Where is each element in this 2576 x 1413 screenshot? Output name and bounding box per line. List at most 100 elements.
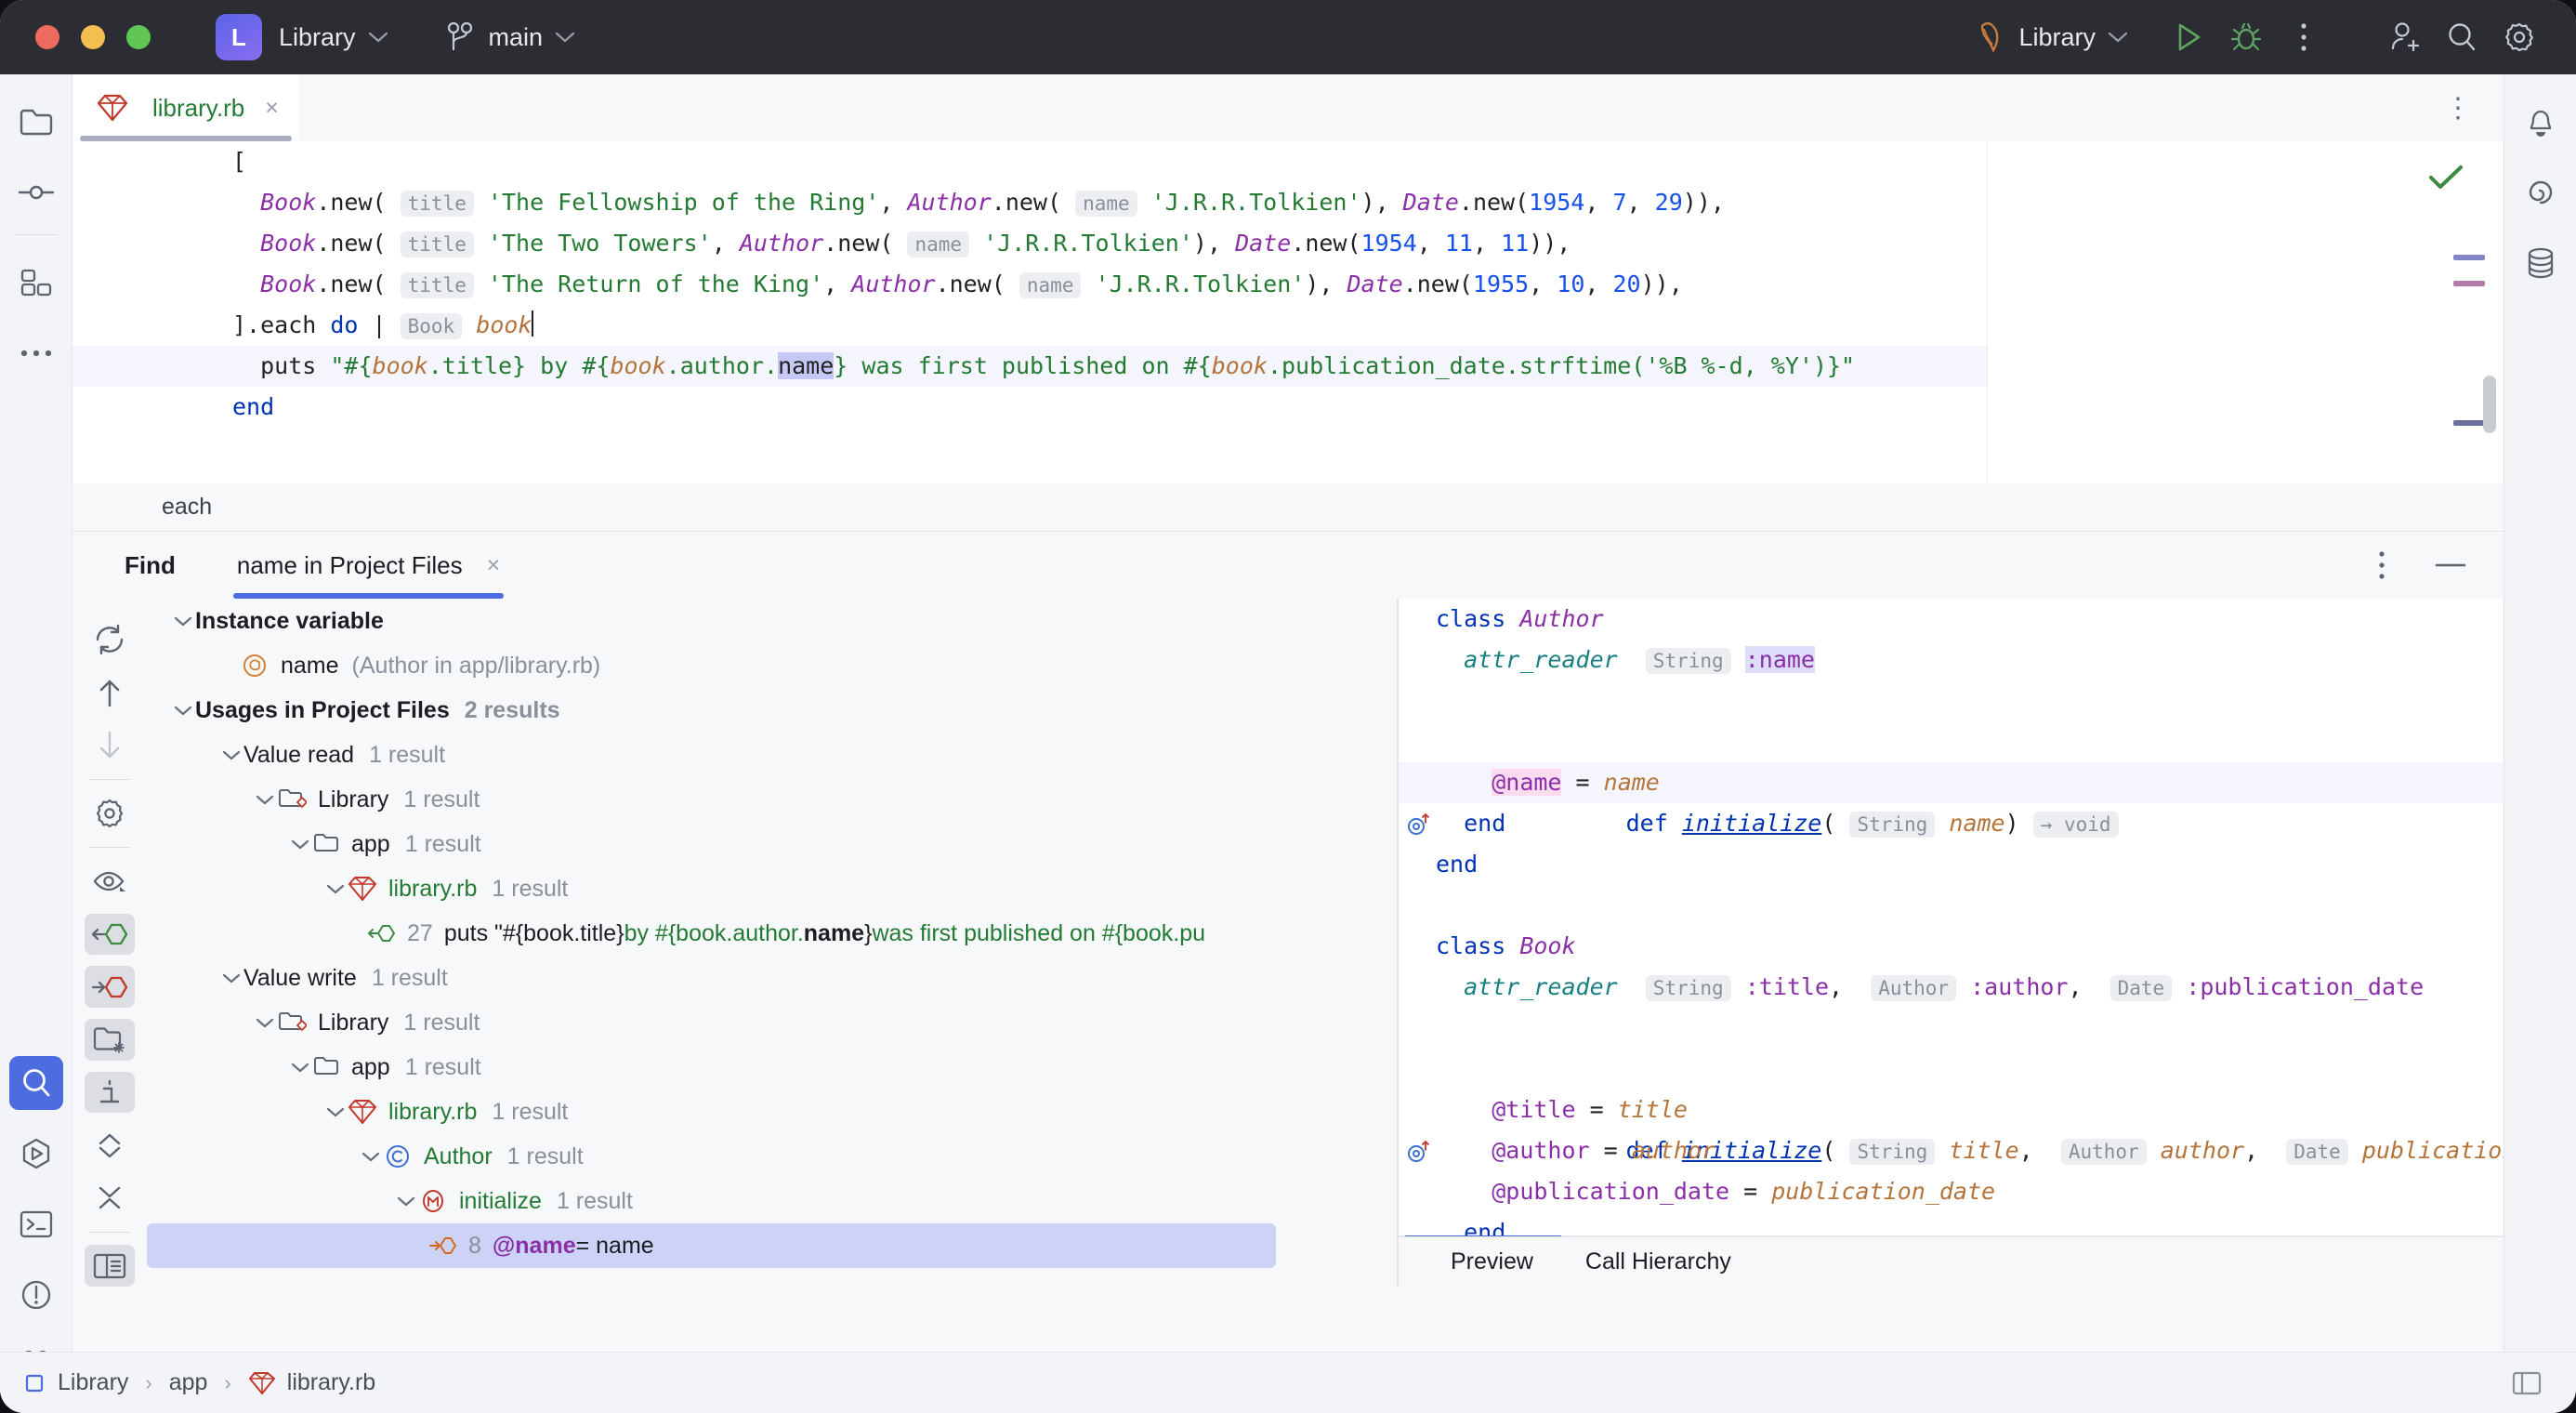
code-editor[interactable]: [ Book.new( title 'The Fellowship of the… xyxy=(72,141,2504,483)
run-tool-icon[interactable] xyxy=(9,1127,63,1181)
chevron-down-icon[interactable] xyxy=(171,705,195,717)
chevron-down-icon[interactable] xyxy=(253,794,277,806)
project-tool-icon[interactable] xyxy=(9,95,63,149)
project-selector[interactable]: L Library xyxy=(216,14,388,60)
editor-code-area[interactable]: [ Book.new( title 'The Fellowship of the… xyxy=(72,141,1987,483)
editor-breadcrumb[interactable]: each xyxy=(72,483,2504,532)
run-button[interactable] xyxy=(2160,8,2217,66)
breadcrumb-item-app[interactable]: app xyxy=(169,1369,208,1396)
breadcrumb-item-library[interactable]: Library xyxy=(58,1369,128,1396)
run-configuration-selector[interactable]: Library xyxy=(1972,20,2128,55)
more-vertical-icon[interactable] xyxy=(2275,8,2333,66)
branch-selector[interactable]: main xyxy=(446,21,576,53)
usages-tree[interactable]: Instance variable name (Author in app/li… xyxy=(147,599,1397,1287)
folder-icon xyxy=(312,831,340,857)
rerun-icon[interactable] xyxy=(85,619,135,661)
chevron-down-icon[interactable] xyxy=(171,615,195,627)
method-icon xyxy=(418,1186,448,1216)
breadcrumb-item-library-rb[interactable]: library.rb xyxy=(287,1369,375,1396)
tree-node-file-library-rb[interactable]: library.rb 1 result xyxy=(147,1089,1397,1134)
chevron-down-icon[interactable] xyxy=(323,1106,348,1118)
preview-layout-icon[interactable] xyxy=(85,1245,135,1287)
plugins-tool-icon[interactable] xyxy=(9,256,63,310)
chevron-down-icon[interactable] xyxy=(253,1017,277,1029)
show-usage-info-icon[interactable] xyxy=(85,1071,135,1114)
search-icon[interactable] xyxy=(2433,8,2491,66)
expand-all-icon[interactable] xyxy=(85,1124,135,1166)
tree-node-label: Author xyxy=(424,1142,493,1169)
tree-node-method-initialize[interactable]: initialize 1 result xyxy=(147,1179,1397,1223)
tree-node-file-library-rb[interactable]: library.rb 1 result xyxy=(147,866,1397,911)
settings-gear-icon[interactable] xyxy=(2491,8,2548,66)
tree-usage-result-selected[interactable]: 8 @name = name xyxy=(147,1223,1276,1268)
inspection-ok-icon[interactable] xyxy=(2427,164,2464,191)
chevron-down-icon[interactable] xyxy=(219,749,243,761)
next-occurrence-icon[interactable] xyxy=(85,724,135,766)
chevron-down-icon[interactable] xyxy=(359,1151,383,1163)
settings-gear-icon[interactable] xyxy=(85,793,135,835)
layout-icon[interactable] xyxy=(2511,1369,2543,1397)
folder-icon xyxy=(312,1054,340,1080)
chevron-down-icon[interactable] xyxy=(323,883,348,895)
tab-preview[interactable]: Preview xyxy=(1451,1248,1533,1275)
value-write-icon xyxy=(429,1235,457,1256)
tree-node-ivar-name[interactable]: name (Author in app/library.rb) xyxy=(147,643,1397,688)
problems-tool-icon[interactable] xyxy=(9,1268,63,1322)
maximize-window-button[interactable] xyxy=(126,25,151,49)
commit-tool-icon[interactable] xyxy=(9,165,63,219)
tree-node-usages-header[interactable]: Usages in Project Files 2 results xyxy=(147,688,1397,733)
close-window-button[interactable] xyxy=(35,25,59,49)
editor-tab-library-rb[interactable]: library.rb × xyxy=(72,74,299,141)
previous-occurrence-icon[interactable] xyxy=(85,672,135,714)
tree-node-instance-variable[interactable]: Instance variable xyxy=(147,599,1397,643)
tree-node-module-library[interactable]: Library 1 result xyxy=(147,777,1397,822)
tree-node-class-author[interactable]: Author 1 result xyxy=(147,1134,1397,1179)
more-tool-windows-icon[interactable] xyxy=(9,326,63,380)
terminal-tool-icon[interactable] xyxy=(9,1197,63,1251)
notifications-bell-icon[interactable] xyxy=(2514,95,2568,149)
add-user-icon[interactable] xyxy=(2375,8,2433,66)
tree-node-value-read[interactable]: Value read 1 result xyxy=(147,733,1397,777)
tree-node-folder-app[interactable]: app 1 result xyxy=(147,822,1397,866)
chevron-down-icon[interactable] xyxy=(288,1062,312,1074)
module-folder-icon xyxy=(277,1009,307,1037)
find-tool-window-title: Find xyxy=(125,550,176,579)
preview-eye-icon[interactable] xyxy=(85,861,135,903)
debug-button[interactable] xyxy=(2217,8,2275,66)
chevron-down-icon[interactable] xyxy=(288,839,312,851)
database-tool-icon[interactable] xyxy=(2514,236,2568,290)
tree-node-value-write[interactable]: Value write 1 result xyxy=(147,956,1397,1000)
tree-usage-result[interactable]: 27 puts "#{book.title} by #{book.author.… xyxy=(147,911,1397,956)
find-header-actions xyxy=(2377,550,2466,580)
tab-call-hierarchy[interactable]: Call Hierarchy xyxy=(1585,1248,1731,1275)
preview-line: end xyxy=(1436,851,1479,878)
find-tool-icon[interactable] xyxy=(8,1056,63,1110)
value-write-filter-icon[interactable] xyxy=(85,966,135,1009)
usage-preview-pane[interactable]: class Author attr_reader String :name de… xyxy=(1399,599,2504,1287)
breadcrumb: Library › app › library.rb xyxy=(22,1369,375,1396)
close-icon[interactable]: × xyxy=(487,553,501,577)
minimize-window-button[interactable] xyxy=(81,25,105,49)
ai-assistant-icon[interactable] xyxy=(2514,165,2568,219)
ruby-gem-icon xyxy=(1972,20,2005,55)
chevron-down-icon xyxy=(2108,31,2128,44)
value-read-filter-icon[interactable] xyxy=(85,913,135,956)
more-vertical-icon[interactable] xyxy=(2377,550,2386,580)
preview-code: class Author attr_reader String :name de… xyxy=(1399,599,2504,1236)
collapse-all-icon[interactable] xyxy=(85,1177,135,1219)
editor-scrollbar-thumb[interactable] xyxy=(2483,376,2496,433)
tree-node-folder-app[interactable]: app 1 result xyxy=(147,1045,1397,1089)
find-result-tab[interactable]: name in Project Files × xyxy=(232,532,505,599)
method-gutter-icon[interactable] xyxy=(1404,1056,1432,1162)
preview-line: def initialize( String title, Author aut… xyxy=(1399,1049,2504,1165)
close-icon[interactable]: × xyxy=(265,96,279,120)
tree-node-label: name xyxy=(281,652,339,679)
usage-text-prefix: puts "#{book.title} xyxy=(443,919,624,946)
more-vertical-icon[interactable]: ⋮ xyxy=(2444,92,2472,125)
chevron-down-icon[interactable] xyxy=(219,972,243,984)
chevron-down-icon[interactable] xyxy=(394,1195,418,1208)
minimize-icon[interactable] xyxy=(2435,561,2466,570)
group-by-directory-icon[interactable] xyxy=(85,1019,135,1061)
tree-node-module-library[interactable]: Library 1 result xyxy=(147,1000,1397,1045)
method-gutter-icon[interactable] xyxy=(1404,729,1432,835)
